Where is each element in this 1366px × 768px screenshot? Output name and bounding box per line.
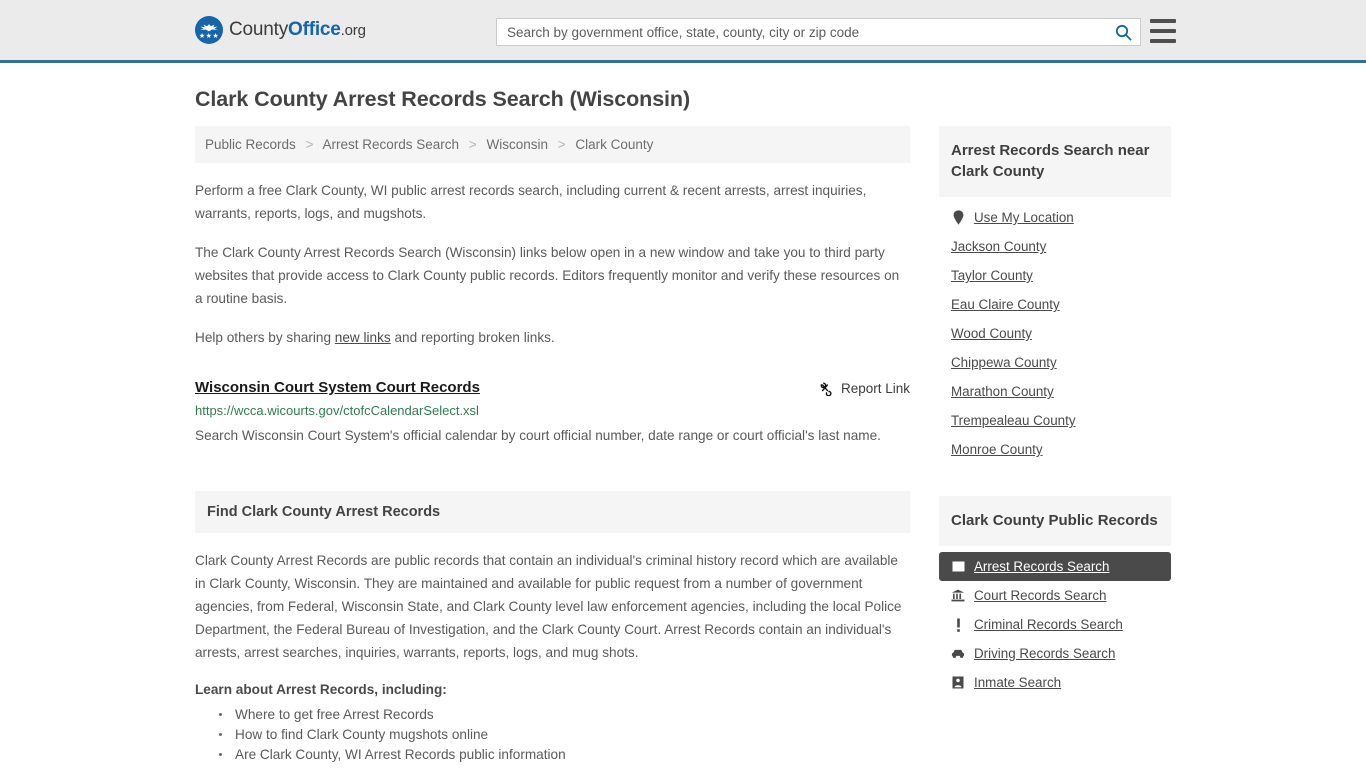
breadcrumb-separator: > [305, 137, 314, 152]
sidebar-item-label: Trempealeau County [951, 413, 1076, 428]
eagle-glyph [200, 24, 218, 32]
result-item: Wisconsin Court System Court Records Rep… [195, 379, 910, 447]
logo-text-part3: .org [340, 22, 366, 39]
help-suffix: and reporting broken links. [390, 330, 555, 345]
menu-bar-3 [1150, 39, 1176, 43]
description-paragraph: The Clark County Arrest Records Search (… [195, 245, 900, 306]
sidebar-item-monroe-county[interactable]: Monroe County [939, 435, 1171, 464]
sidebar-item-criminal-records-search[interactable]: Criminal Records Search [939, 610, 1171, 639]
result-header-row: Wisconsin Court System Court Records Rep… [195, 379, 910, 396]
breadcrumb-item-arrest-records-search[interactable]: Arrest Records Search [322, 137, 459, 152]
search-icon [1115, 24, 1131, 40]
learn-about-heading: Learn about Arrest Records, including: [195, 682, 447, 697]
search-input[interactable] [497, 19, 1106, 45]
breadcrumb-item-clark-county[interactable]: Clark County [575, 137, 653, 152]
site-logo[interactable]: ★★★ CountyOffice.org [195, 16, 366, 44]
logo-text-part2: Office [288, 19, 341, 40]
report-link-label: Report Link [840, 380, 910, 396]
result-title-link[interactable]: Wisconsin Court System Court Records [195, 379, 480, 396]
help-prefix: Help others by sharing [195, 330, 335, 345]
page-title: Clark County Arrest Records Search (Wisc… [195, 87, 691, 111]
sidebar-item-use-my-location[interactable]: Use My Location [939, 203, 1171, 232]
menu-bar-2 [1150, 29, 1176, 33]
find-section-heading: Find Clark County Arrest Records [195, 491, 910, 533]
breadcrumb-separator: > [557, 137, 566, 152]
sidebar-item-arrest-records-search[interactable]: Arrest Records Search [939, 552, 1171, 581]
hamburger-menu-icon[interactable] [1150, 19, 1176, 43]
eagle-seal-icon: ★★★ [195, 16, 223, 44]
report-link-button[interactable]: Report Link [817, 379, 910, 396]
list-item: Where to get free Arrest Records [217, 705, 910, 725]
page-container: Clark County Arrest Records Search (Wisc… [0, 87, 1366, 768]
intro-paragraph: Perform a free Clark County, WI public a… [195, 183, 867, 221]
public-records-list: Arrest Records Search Court Records Sear… [939, 546, 1171, 697]
learn-about-list: Where to get free Arrest Records How to … [195, 705, 910, 768]
sidebar-item-marathon-county[interactable]: Marathon County [939, 377, 1171, 406]
breadcrumb-item-wisconsin[interactable]: Wisconsin [486, 137, 548, 152]
breadcrumb: Public Records > Arrest Records Search >… [195, 126, 910, 163]
sidebar-item-label: Taylor County [951, 268, 1033, 283]
exclamation-icon [951, 618, 965, 632]
sidebar-item-label: Court Records Search [974, 588, 1107, 603]
content-columns: Public Records > Arrest Records Search >… [195, 126, 1171, 768]
sidebar-item-jackson-county[interactable]: Jackson County [939, 232, 1171, 261]
sidebar-item-label: Wood County [951, 326, 1032, 341]
sidebar-item-label: Driving Records Search [974, 646, 1116, 661]
sidebar-item-taylor-county[interactable]: Taylor County [939, 261, 1171, 290]
result-url: https://wcca.wicourts.gov/ctofcCalendarS… [195, 403, 479, 418]
menu-bar-1 [1150, 19, 1176, 23]
logo-stars: ★★★ [198, 33, 220, 40]
id-card-icon [951, 560, 965, 574]
sidebar-item-court-records-search[interactable]: Court Records Search [939, 581, 1171, 610]
broken-link-icon [820, 382, 832, 396]
nearby-counties-card: Arrest Records Search near Clark County … [939, 126, 1171, 464]
logo-text-part1: County [229, 19, 289, 40]
search-bar[interactable] [496, 18, 1141, 46]
new-links-link[interactable]: new links [335, 330, 391, 345]
result-description: Search Wisconsin Court System's official… [195, 428, 881, 443]
list-item: Are Clark County, WI Arrest Records publ… [217, 745, 910, 765]
sidebar-item-inmate-search[interactable]: Inmate Search [939, 668, 1171, 697]
sidebar-item-chippewa-county[interactable]: Chippewa County [939, 348, 1171, 377]
sidebar-item-eau-claire-county[interactable]: Eau Claire County [939, 290, 1171, 319]
help-paragraph: Help others by sharing new links and rep… [195, 326, 910, 349]
map-pin-icon [951, 210, 965, 225]
sidebar-item-trempealeau-county[interactable]: Trempealeau County [939, 406, 1171, 435]
sidebar-item-label: Marathon County [951, 384, 1054, 399]
search-button[interactable] [1106, 19, 1140, 45]
sidebar-item-driving-records-search[interactable]: Driving Records Search [939, 639, 1171, 668]
public-records-heading: Clark County Public Records [939, 496, 1171, 546]
sidebar-item-label: Monroe County [951, 442, 1043, 457]
breadcrumb-item-public-records[interactable]: Public Records [205, 137, 296, 152]
courthouse-icon [951, 589, 965, 603]
inmate-icon [951, 676, 965, 690]
nearby-counties-heading: Arrest Records Search near Clark County [939, 126, 1171, 197]
sidebar-item-label: Jackson County [951, 239, 1047, 254]
logo-wordmark: CountyOffice.org [229, 19, 366, 41]
nearby-counties-list: Use My Location Jackson County Taylor Co… [939, 197, 1171, 464]
main-column: Public Records > Arrest Records Search >… [195, 126, 910, 768]
site-header: ★★★ CountyOffice.org [0, 0, 1366, 63]
sidebar-item-label: Criminal Records Search [974, 617, 1123, 632]
sidebar-item-label: Use My Location [974, 210, 1074, 225]
sidebar-item-label: Chippewa County [951, 355, 1057, 370]
public-records-card: Clark County Public Records Arrest Recor… [939, 496, 1171, 697]
find-section-body: Clark County Arrest Records are public r… [195, 553, 902, 660]
sidebar-item-label: Inmate Search [974, 675, 1062, 690]
sidebar-item-wood-county[interactable]: Wood County [939, 319, 1171, 348]
sidebar-item-label: Arrest Records Search [974, 559, 1110, 574]
sidebar: Arrest Records Search near Clark County … [939, 126, 1171, 697]
sidebar-item-label: Eau Claire County [951, 297, 1060, 312]
breadcrumb-separator: > [468, 137, 477, 152]
car-icon [951, 647, 965, 661]
list-item: How to find Clark County mugshots online [217, 725, 910, 745]
